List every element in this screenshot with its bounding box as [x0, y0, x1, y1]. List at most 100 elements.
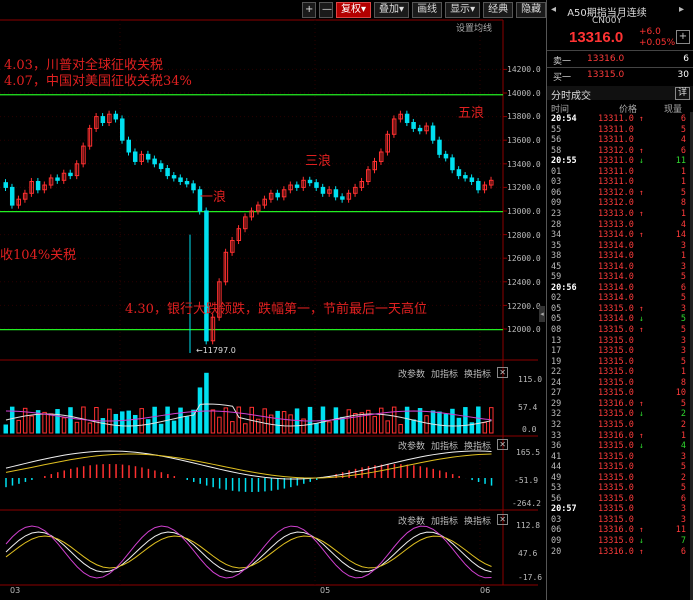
candle — [417, 127, 423, 132]
macd-panel-header: 改参数 加指标 换指标 ✕ — [398, 439, 509, 452]
divider — [547, 50, 693, 51]
collapse-panel-toggle[interactable]: ◂ — [539, 306, 545, 322]
trade-volume: 14 — [675, 230, 686, 241]
table-row: 05 13314.0 ↓ 5 — [547, 314, 693, 324]
trade-time: 06 — [551, 525, 562, 536]
switch-indicator-button[interactable]: 换指标 — [464, 367, 491, 380]
close-icon[interactable]: ✕ — [497, 439, 509, 450]
chevron-down-icon: ▾ — [361, 4, 367, 15]
candle — [120, 118, 125, 141]
trade-price: 13311.0 — [598, 177, 634, 188]
ask-volume: 6 — [683, 54, 689, 64]
detail-button[interactable]: 详 — [674, 87, 690, 100]
table-row: 56 13315.0 6 — [547, 494, 693, 504]
candle — [3, 182, 8, 188]
trade-volume: 3 — [680, 335, 686, 346]
volume-bar — [340, 416, 345, 434]
trade-time: 28 — [551, 219, 562, 230]
trade-volume: 3 — [680, 504, 686, 515]
volume-bar — [55, 409, 60, 434]
trade-price: 13312.0 — [598, 187, 634, 198]
display-button[interactable]: 显示▾ — [445, 2, 481, 18]
trade-price: 13315.0 — [598, 377, 634, 388]
table-row: 13 13315.0 3 — [547, 336, 693, 346]
macd-dif-line — [5, 450, 492, 480]
table-row: 35 13314.0 3 — [547, 241, 693, 251]
change-param-button[interactable]: 改参数 — [398, 439, 425, 452]
volume-bar — [476, 406, 481, 434]
trade-time: 53 — [551, 483, 562, 494]
y-tick: 12600.0 — [507, 254, 541, 263]
adjust-rights-button[interactable]: 复权▾ — [336, 2, 372, 18]
trade-price: 13315.0 — [598, 346, 634, 357]
hide-button[interactable]: 隐藏 — [516, 2, 547, 18]
kdj-j-line — [5, 525, 492, 579]
trade-price: 13315.0 — [598, 356, 634, 367]
trade-time: 20:54 — [551, 114, 577, 124]
arrow-up-icon: ↑ — [639, 398, 644, 408]
vol-y-tick: 57.4 — [518, 403, 538, 412]
trade-time: 09 — [551, 198, 562, 209]
switch-indicator-button[interactable]: 换指标 — [464, 514, 491, 527]
candle — [463, 175, 468, 179]
volume-bar — [424, 415, 429, 434]
y-tick: 12800.0 — [507, 231, 541, 240]
close-icon[interactable]: ✕ — [497, 367, 509, 378]
table-row: 03 13311.0 1 — [547, 177, 693, 187]
volume-bar — [307, 406, 313, 434]
change-param-button[interactable]: 改参数 — [398, 514, 425, 527]
table-row: 20:57 13315.0 3 — [547, 504, 693, 514]
add-indicator-button[interactable]: 加指标 — [431, 439, 458, 452]
arrow-up-icon: ↑ — [639, 546, 644, 556]
moving-average-settings-link[interactable]: 设置均线 — [456, 21, 492, 34]
table-row: 20:54 13311.0 ↑ 6 — [547, 114, 693, 124]
volume-bar — [16, 419, 21, 434]
y-tick: 13200.0 — [507, 183, 541, 192]
add-indicator-button[interactable]: 加指标 — [431, 367, 458, 380]
trade-volume: 6 — [680, 282, 686, 293]
tab-time-and-sales[interactable]: 分时成交 — [551, 87, 591, 102]
close-icon[interactable]: ✕ — [497, 514, 509, 525]
candle — [184, 181, 190, 185]
zoom-out-button[interactable]: — — [319, 2, 333, 18]
trade-volume: 7 — [680, 536, 686, 546]
add-indicator-button[interactable]: 加指标 — [431, 514, 458, 527]
table-row: 17 13315.0 3 — [547, 346, 693, 356]
trade-volume: 2 — [680, 472, 686, 483]
kdj-d-line — [5, 535, 492, 569]
annotation-wave-3: 三浪 — [305, 154, 332, 169]
candle — [152, 158, 157, 165]
change-percent: +0.05% — [639, 38, 676, 48]
macd-y-tick: 165.5 — [516, 448, 541, 457]
draw-line-button[interactable]: 画线 — [412, 2, 443, 18]
trade-time: 44 — [551, 462, 562, 473]
table-row: 44 13315.0 5 — [547, 462, 693, 472]
zoom-in-button[interactable]: + — [302, 2, 316, 18]
change-param-button[interactable]: 改参数 — [398, 367, 425, 380]
y-tick: 12400.0 — [507, 278, 541, 287]
trade-volume: 5 — [680, 124, 686, 135]
candle — [145, 153, 151, 160]
trade-time: 09 — [551, 536, 562, 546]
candle — [320, 186, 326, 194]
overlay-button[interactable]: 叠加▾ — [374, 2, 410, 18]
last-price: 13316.0 — [569, 29, 624, 46]
trade-time: 33 — [551, 430, 562, 441]
bid-row: 买一 13315.0 30 — [553, 70, 691, 83]
classic-button[interactable]: 经典 — [483, 2, 514, 18]
trade-price: 13316.0 — [598, 525, 634, 536]
quote-panel: ◂ A50期指当月连续 ▸ CN00Y 13316.0 +6.0 +0.05% … — [546, 0, 693, 600]
trade-volume: 4 — [680, 135, 686, 146]
vol-y-tick: 115.0 — [518, 375, 543, 384]
next-instrument-icon[interactable]: ▸ — [679, 4, 684, 15]
switch-indicator-button[interactable]: 换指标 — [464, 439, 491, 452]
table-row: 29 13316.0 ↑ 5 — [547, 399, 693, 409]
volume-bar — [42, 411, 47, 434]
arrow-up-icon: ↑ — [639, 303, 644, 313]
kdj-y-tick: -17.6 — [518, 573, 543, 582]
add-watchlist-button[interactable]: + — [676, 30, 690, 44]
trade-volume: 3 — [680, 514, 686, 525]
trade-price: 13316.0 — [598, 430, 634, 441]
kdj-panel-header: 改参数 加指标 换指标 ✕ — [398, 514, 509, 527]
candle — [411, 122, 416, 129]
